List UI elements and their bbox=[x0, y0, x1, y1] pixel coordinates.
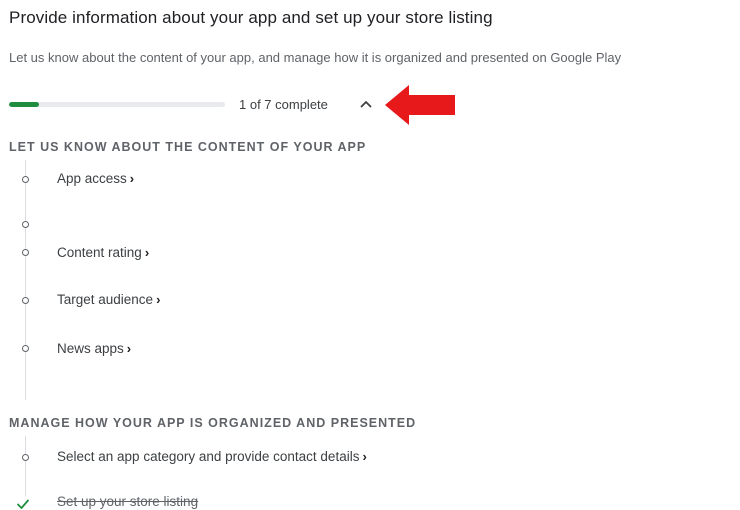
check-icon bbox=[17, 499, 29, 509]
step-label: App access bbox=[57, 171, 127, 186]
step-store-listing[interactable]: Set up your store listing bbox=[57, 494, 198, 509]
step-label: Content rating bbox=[57, 245, 142, 260]
step-status-dot bbox=[22, 454, 29, 461]
progress-bar bbox=[9, 102, 225, 107]
stepper-rail bbox=[25, 436, 26, 496]
section-heading-organize: MANAGE HOW YOUR APP IS ORGANIZED AND PRE… bbox=[9, 416, 417, 430]
step-target-audience[interactable]: Target audience › bbox=[57, 292, 160, 307]
section-heading-content: LET US KNOW ABOUT THE CONTENT OF YOUR AP… bbox=[9, 140, 367, 154]
chevron-right-icon: › bbox=[362, 449, 367, 464]
progress-bar-fill bbox=[9, 102, 40, 107]
step-status-dot bbox=[22, 297, 29, 304]
step-content-rating[interactable]: Content rating › bbox=[57, 245, 149, 260]
step-status-dot bbox=[22, 345, 29, 352]
step-news-apps[interactable]: News apps › bbox=[57, 341, 131, 356]
step-status-dot bbox=[22, 176, 29, 183]
chevron-right-icon: › bbox=[144, 245, 150, 260]
step-label: Target audience bbox=[57, 292, 154, 307]
page-title: Provide information about your app and s… bbox=[9, 8, 493, 27]
chevron-right-icon: › bbox=[129, 171, 135, 186]
stepper-rail bbox=[25, 160, 26, 400]
chevron-right-icon: › bbox=[126, 341, 132, 356]
chevron-up-icon[interactable] bbox=[358, 96, 374, 112]
progress-label: 1 of 7 complete bbox=[239, 97, 328, 112]
step-app-category[interactable]: Select an app category and provide conta… bbox=[57, 449, 367, 464]
chevron-right-icon: › bbox=[156, 292, 161, 307]
step-status-dot bbox=[22, 221, 29, 228]
step-label: News apps bbox=[57, 341, 124, 356]
page-subtitle: Let us know about the content of your ap… bbox=[9, 50, 622, 65]
step-app-access[interactable]: App access › bbox=[57, 171, 134, 186]
red-arrow-icon bbox=[385, 85, 455, 125]
step-label: Select an app category and provide conta… bbox=[57, 449, 360, 464]
step-status-dot bbox=[22, 249, 29, 256]
setup-checklist-page: Provide information about your app and s… bbox=[0, 0, 740, 510]
